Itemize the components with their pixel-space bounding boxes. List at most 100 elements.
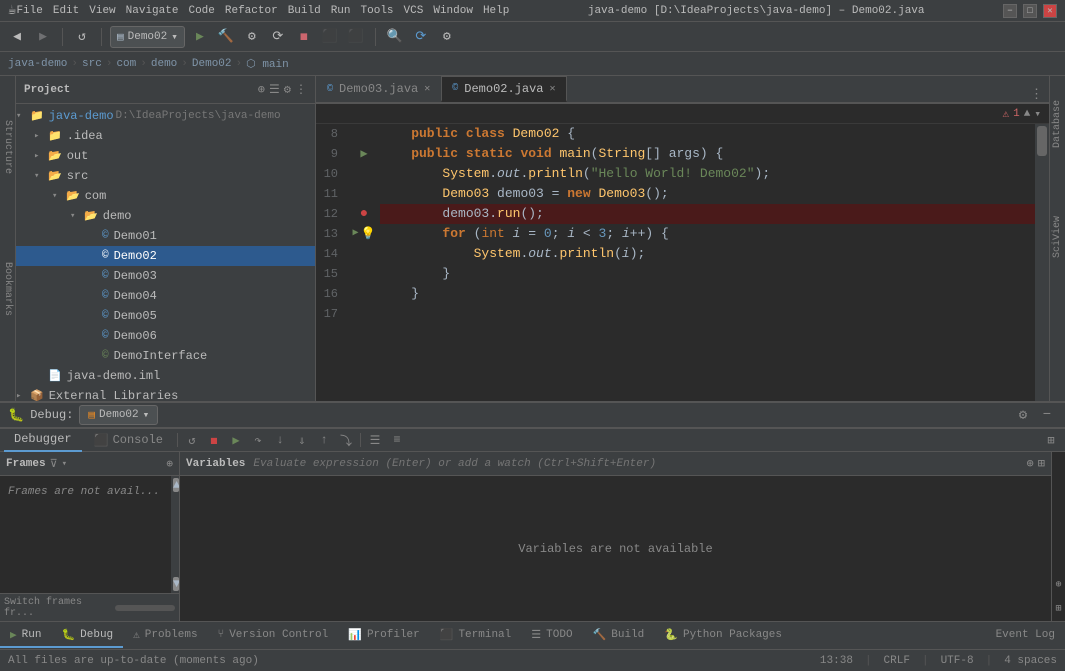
tree-demointerface[interactable]: © DemoInterface — [16, 346, 315, 366]
eval-add-icon[interactable]: ⊕ — [1027, 456, 1034, 471]
window-controls[interactable]: − □ ✕ — [1003, 4, 1057, 18]
menu-build[interactable]: Build — [288, 5, 321, 17]
status-line-ending[interactable]: CRLF — [884, 655, 910, 667]
var-side-btn-1[interactable]: ⊕ — [1049, 575, 1065, 595]
debug-resume-button[interactable]: ▶ — [226, 430, 246, 450]
frames-filter-arrow[interactable]: ▾ — [62, 459, 67, 469]
bottom-tab-profiler[interactable]: 📊 Profiler — [338, 624, 430, 648]
eval-expand-icon[interactable]: ⊞ — [1038, 456, 1045, 471]
status-indent[interactable]: 4 spaces — [1004, 655, 1057, 667]
sidebar-more-icon[interactable]: ⋮ — [295, 82, 307, 97]
debug-frames-list-button[interactable]: ☰ — [365, 430, 385, 450]
breadcrumb-java-demo[interactable]: java-demo — [8, 58, 67, 70]
bottom-tab-problems[interactable]: ⚠ Problems — [123, 624, 207, 648]
toolbar-forward-button[interactable]: ▶ — [32, 26, 54, 48]
editor-scrollbar[interactable] — [1035, 124, 1049, 401]
bottom-tab-build[interactable]: 🔨 Build — [583, 624, 655, 648]
lightbulb-13[interactable]: 💡 — [361, 224, 376, 244]
build-button[interactable]: 🔨 — [215, 26, 237, 48]
menu-navigate[interactable]: Navigate — [126, 5, 179, 17]
bottom-tab-terminal[interactable]: ⬛ Terminal — [430, 624, 522, 648]
debug-settings-button[interactable]: ⚙ — [1013, 405, 1033, 425]
breadcrumb-demo[interactable]: demo — [151, 58, 177, 70]
console-tab[interactable]: ⬛ Console — [84, 429, 173, 452]
tab-demo03[interactable]: © Demo03.java ✕ — [316, 76, 441, 102]
frames-scroll-up[interactable]: ▲ — [173, 478, 179, 492]
demo02-tab-close[interactable]: ✕ — [550, 83, 556, 95]
bottom-tab-python-packages[interactable]: 🐍 Python Packages — [654, 624, 792, 648]
tree-demo05[interactable]: © Demo05 — [16, 306, 315, 326]
bottom-tab-event-log[interactable]: Event Log — [986, 624, 1065, 648]
close-button[interactable]: ✕ — [1043, 4, 1057, 18]
debug-stop-button[interactable]: ◼ — [204, 430, 224, 450]
toolbar-icon-4[interactable]: ⟳ — [267, 26, 289, 48]
frames-bottom-scrollbar[interactable] — [115, 605, 175, 611]
toolbar-revert-button[interactable]: ↺ — [71, 26, 93, 48]
error-indicator[interactable]: ⚠ 1 ▲ ▾ — [1003, 107, 1041, 121]
tree-idea[interactable]: ▸ 📁 .idea — [16, 126, 315, 146]
bottom-tab-todo[interactable]: ☰ TODO — [521, 624, 582, 648]
demo03-tab-close[interactable]: ✕ — [424, 83, 430, 95]
settings-button[interactable]: ⚙ — [436, 26, 458, 48]
tree-demo03[interactable]: © Demo03 — [16, 266, 315, 286]
stop-button[interactable]: ◼ — [293, 26, 315, 48]
debug-step-into-button[interactable]: ↓ — [270, 430, 290, 450]
frames-switch-label[interactable]: Switch frames fr... — [4, 597, 113, 619]
tree-src[interactable]: ▾ 📂 src — [16, 166, 315, 186]
menu-tools[interactable]: Tools — [361, 5, 394, 17]
search-everywhere-button[interactable]: 🔍 — [384, 26, 406, 48]
debug-variables-list-button[interactable]: ≡ — [387, 430, 407, 450]
menu-refactor[interactable]: Refactor — [225, 5, 278, 17]
tree-demo[interactable]: ▾ 📂 demo — [16, 206, 315, 226]
gutter-9[interactable]: ▶ — [352, 144, 376, 164]
toolbar-icon-7[interactable]: ⬛ — [345, 26, 367, 48]
debug-layout-button[interactable]: ⊞ — [1041, 430, 1061, 450]
menu-code[interactable]: Code — [188, 5, 214, 17]
debug-tab-selector[interactable]: ▤ Demo02 ▾ — [79, 405, 158, 425]
toolbar-run-config-dropdown[interactable]: ▤ Demo02 ▾ — [110, 26, 185, 48]
frames-filter-icon[interactable]: ⊽ — [50, 457, 58, 471]
debug-force-step-into-button[interactable]: ⇓ — [292, 430, 312, 450]
breadcrumb-com[interactable]: com — [116, 58, 136, 70]
breadcrumb-src[interactable]: src — [82, 58, 102, 70]
toolbar-back-button[interactable]: ◀ — [6, 26, 28, 48]
tree-demo04[interactable]: © Demo04 — [16, 286, 315, 306]
tree-iml[interactable]: 📄 java-demo.iml — [16, 366, 315, 386]
status-encoding[interactable]: UTF-8 — [941, 655, 974, 667]
var-side-btn-2[interactable]: ⊞ — [1049, 599, 1065, 619]
sciview-icon[interactable]: SciView — [1052, 216, 1063, 258]
breadcrumb-main[interactable]: ⬡ main — [246, 57, 289, 71]
bookmarks-icon[interactable]: Bookmarks — [2, 262, 13, 316]
structure-icon[interactable]: Structure — [2, 120, 13, 174]
menu-window[interactable]: Window — [433, 5, 473, 17]
scroll-thumb-editor[interactable] — [1037, 126, 1047, 156]
menu-vcs[interactable]: VCS — [404, 5, 424, 17]
tree-demo01[interactable]: © Demo01 — [16, 226, 315, 246]
frames-scroll-thumb[interactable] — [115, 605, 175, 611]
menu-bar[interactable]: File Edit View Navigate Code Refactor Bu… — [16, 5, 509, 17]
frames-add-icon[interactable]: ⊕ — [166, 457, 173, 471]
debug-step-out-button[interactable]: ↑ — [314, 430, 334, 450]
tab-demo02[interactable]: © Demo02.java ✕ — [441, 76, 566, 102]
gutter-13[interactable]: ▶ 💡 — [352, 224, 376, 244]
minimize-button[interactable]: − — [1003, 4, 1017, 18]
add-content-root-icon[interactable]: ⊕ — [258, 82, 265, 97]
code-content[interactable]: public class Demo02 { public static void… — [376, 124, 1035, 401]
menu-edit[interactable]: Edit — [53, 5, 79, 17]
menu-help[interactable]: Help — [483, 5, 509, 17]
update-button[interactable]: ⟳ — [410, 26, 432, 48]
breadcrumb-demo02[interactable]: Demo02 — [192, 58, 232, 70]
status-time[interactable]: 13:38 — [820, 655, 853, 667]
tree-demo02[interactable]: © Demo02 — [16, 246, 315, 266]
debugger-tab[interactable]: Debugger — [4, 428, 82, 452]
debug-run-to-cursor-button[interactable]: ⤵ — [336, 430, 356, 450]
debug-step-over-button[interactable]: ↷ — [248, 430, 268, 450]
tab-recent-files-icon[interactable]: ⋮ — [1030, 87, 1043, 102]
code-editor[interactable]: 8 9 10 11 12 13 14 15 16 17 ▶ — [316, 124, 1049, 401]
collapse-all-icon[interactable]: ☰ — [269, 82, 280, 97]
error-down-icon[interactable]: ▾ — [1034, 107, 1041, 121]
settings-icon[interactable]: ⚙ — [284, 82, 291, 97]
tree-out[interactable]: ▸ 📂 out — [16, 146, 315, 166]
tree-demo06[interactable]: © Demo06 — [16, 326, 315, 346]
maximize-button[interactable]: □ — [1023, 4, 1037, 18]
